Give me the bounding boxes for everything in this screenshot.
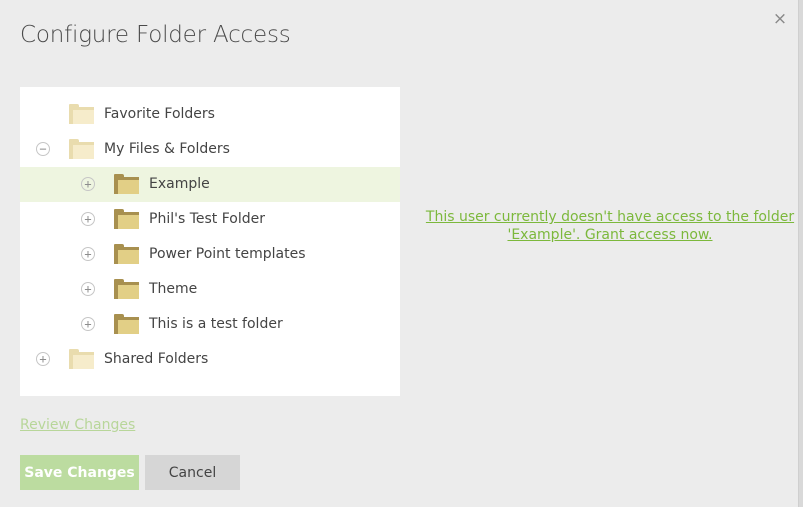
close-icon[interactable]: ×	[772, 10, 788, 28]
folder-tree: Favorite Folders − My Files & Folders + …	[20, 87, 400, 396]
folder-icon	[69, 139, 94, 159]
folder-icon	[114, 314, 139, 334]
expand-icon[interactable]: +	[81, 282, 95, 296]
tree-item-favorite-folders[interactable]: Favorite Folders	[20, 97, 400, 132]
tree-item-label[interactable]: Theme	[149, 281, 197, 297]
folder-icon	[114, 209, 139, 229]
tree-item-shared-folders[interactable]: + Shared Folders	[20, 342, 400, 377]
folder-icon	[114, 279, 139, 299]
grant-access-link-line1[interactable]: This user currently doesn't have access …	[420, 208, 800, 226]
tree-item-label[interactable]: Example	[149, 176, 210, 192]
grant-access-link-line2[interactable]: 'Example'. Grant access now.	[420, 226, 800, 244]
tree-item-phils-test-folder[interactable]: + Phil's Test Folder	[20, 202, 400, 237]
tree-item-label[interactable]: My Files & Folders	[104, 141, 230, 157]
configure-folder-access-dialog: × Configure Folder Access Favorite Folde…	[0, 0, 798, 507]
tree-item-label[interactable]: This is a test folder	[149, 316, 283, 332]
collapse-icon[interactable]: −	[36, 142, 50, 156]
dialog-title: Configure Folder Access	[20, 22, 291, 48]
tree-item-label[interactable]: Power Point templates	[149, 246, 305, 262]
tree-item-my-files-folders[interactable]: − My Files & Folders	[20, 132, 400, 167]
folder-icon	[69, 349, 94, 369]
tree-item-this-is-a-test-folder[interactable]: + This is a test folder	[20, 307, 400, 342]
scrollbar[interactable]	[798, 0, 803, 507]
expand-icon[interactable]: +	[81, 247, 95, 261]
expand-icon[interactable]: +	[81, 212, 95, 226]
save-changes-button[interactable]: Save Changes	[20, 455, 139, 490]
tree-item-power-point-templates[interactable]: + Power Point templates	[20, 237, 400, 272]
cancel-button[interactable]: Cancel	[145, 455, 240, 490]
tree-item-theme[interactable]: + Theme	[20, 272, 400, 307]
tree-item-label[interactable]: Favorite Folders	[104, 106, 215, 122]
expand-icon[interactable]: +	[36, 352, 50, 366]
expand-icon[interactable]: +	[81, 317, 95, 331]
tree-item-example[interactable]: + Example	[20, 167, 400, 202]
folder-icon	[69, 104, 94, 124]
grant-access-link[interactable]: This user currently doesn't have access …	[420, 208, 800, 244]
expand-icon[interactable]: +	[81, 177, 95, 191]
review-changes-link[interactable]: Review Changes	[20, 417, 135, 433]
folder-icon	[114, 174, 139, 194]
folder-icon	[114, 244, 139, 264]
tree-item-label[interactable]: Shared Folders	[104, 351, 208, 367]
tree-item-label[interactable]: Phil's Test Folder	[149, 211, 265, 227]
